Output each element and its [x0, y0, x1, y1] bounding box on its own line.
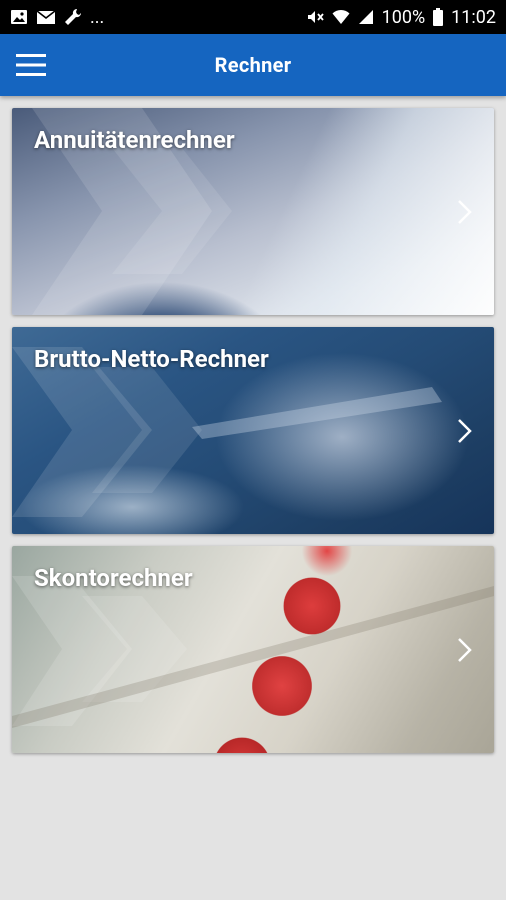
app-bar: Rechner: [0, 34, 506, 96]
page-title: Rechner: [214, 53, 292, 77]
card-annuitaetenrechner[interactable]: Annuitätenrechner: [12, 108, 494, 315]
wrench-icon: [64, 8, 82, 26]
chevron-right-icon: [458, 418, 472, 443]
status-bar-system: 100% 11:02: [306, 7, 496, 28]
mail-icon: [36, 9, 56, 25]
signal-icon: [358, 9, 374, 25]
chevron-right-icon: [458, 637, 472, 662]
wifi-icon: [332, 9, 350, 25]
hamburger-menu-icon: [16, 54, 46, 76]
card-title: Annuitätenrechner: [34, 126, 235, 154]
card-skontorechner[interactable]: Skontorechner: [12, 546, 494, 753]
menu-button[interactable]: [0, 34, 62, 96]
card-brutto-netto-rechner[interactable]: Brutto-Netto-Rechner: [12, 327, 494, 534]
mute-icon: [306, 8, 324, 26]
status-bar-notifications: ...: [10, 7, 104, 28]
battery-percentage: 100%: [381, 6, 426, 28]
calculator-list: Annuitätenrechner Brutto-Netto-Rechner S…: [0, 96, 506, 753]
more-notifications-text: ...: [90, 6, 105, 28]
chevron-right-icon: [458, 199, 472, 224]
card-title: Brutto-Netto-Rechner: [34, 345, 269, 373]
image-icon: [10, 9, 28, 25]
battery-icon: [433, 8, 444, 26]
card-title: Skontorechner: [34, 564, 193, 592]
status-bar: ... 100% 11:02: [0, 0, 506, 34]
clock: 11:02: [451, 6, 496, 28]
